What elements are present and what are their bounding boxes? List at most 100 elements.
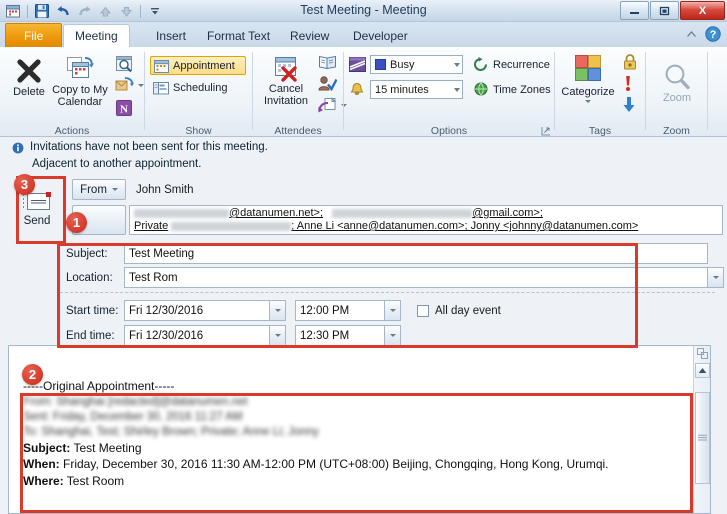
ribbon-group-zoom: Zoom Zoom bbox=[646, 48, 707, 138]
tab-review[interactable]: Review bbox=[279, 24, 340, 48]
body-when-label: When: bbox=[23, 457, 60, 471]
window-controls: X bbox=[620, 1, 725, 20]
delete-button[interactable]: Delete bbox=[6, 56, 52, 98]
end-date-dropdown-button[interactable] bbox=[270, 325, 286, 346]
address-book-button[interactable] bbox=[315, 53, 340, 71]
ribbon: Delete Copy to My Calendar N Actions App… bbox=[0, 47, 727, 137]
close-button[interactable]: X bbox=[680, 1, 725, 20]
annotation-marker-1: 1 bbox=[66, 212, 87, 233]
body-vertical-scrollbar[interactable] bbox=[693, 346, 710, 513]
help-icon[interactable]: ? bbox=[705, 26, 721, 45]
minimize-ribbon-icon[interactable] bbox=[685, 29, 698, 43]
from-dropdown-icon[interactable] bbox=[111, 188, 118, 191]
recurrence-button[interactable]: Recurrence bbox=[470, 56, 553, 73]
cancel-invitation-button[interactable]: Cancel Invitation bbox=[258, 55, 314, 107]
time-zones-label: Time Zones bbox=[493, 83, 551, 96]
to-private-recipient: Private bbox=[134, 220, 169, 232]
subject-label: Subject: bbox=[66, 247, 108, 260]
show-appointment-label: Appointment bbox=[173, 59, 235, 72]
ribbon-group-tags-label: Tags bbox=[588, 125, 612, 137]
appointment-icon bbox=[154, 59, 169, 73]
body-where-label: Where: bbox=[23, 473, 64, 488]
options-dialog-launcher-icon[interactable] bbox=[540, 125, 551, 136]
high-importance-button[interactable] bbox=[619, 74, 637, 93]
ribbon-group-attendees: Cancel Invitation Attendees bbox=[253, 48, 347, 138]
show-as-dropdown-icon[interactable] bbox=[454, 62, 460, 67]
zoom-button[interactable]: Zoom bbox=[654, 62, 700, 104]
end-clock-dropdown-button[interactable] bbox=[385, 325, 401, 346]
from-value: John Smith bbox=[126, 179, 703, 200]
subject-input[interactable]: Test Meeting bbox=[124, 243, 708, 264]
window-title: Test Meeting - Meeting bbox=[300, 3, 427, 17]
minimize-button[interactable] bbox=[620, 1, 649, 20]
body-when-line: When: Friday, December 30, 2016 11:30 AM… bbox=[23, 456, 686, 473]
subject-row: Subject: Test Meeting bbox=[66, 243, 708, 264]
show-as-combo[interactable]: Busy bbox=[370, 55, 463, 74]
private-lock-icon bbox=[622, 54, 638, 71]
to-line2-rest: ; Anne Li <anne@datanumen.com>; Jonny <j… bbox=[291, 220, 639, 232]
tab-meeting[interactable]: Meeting bbox=[63, 24, 130, 48]
ribbon-group-actions-label: Actions bbox=[54, 125, 90, 137]
show-appointment-button[interactable]: Appointment bbox=[150, 56, 246, 75]
to-row: @datanumen.net>; @gmail.com>; Private ; A… bbox=[72, 205, 723, 235]
end-time-row: End time: Fri 12/30/2016 12:30 PM bbox=[66, 325, 401, 346]
all-day-event-checkbox[interactable] bbox=[417, 304, 429, 317]
ribbon-group-options-label: Options bbox=[430, 125, 468, 137]
find-related-icon bbox=[115, 55, 134, 73]
location-dropdown-button[interactable] bbox=[708, 267, 724, 288]
start-date-dropdown-button[interactable] bbox=[270, 300, 286, 321]
show-scheduling-button[interactable]: Scheduling bbox=[150, 80, 230, 96]
onenote-button[interactable]: N bbox=[112, 98, 136, 118]
reminder-value: 15 minutes bbox=[375, 83, 429, 96]
location-row: Location: Test Rom bbox=[66, 267, 724, 288]
to-recipients-line1: @datanumen.net>; @gmail.com>; bbox=[134, 207, 718, 220]
categorize-icon bbox=[571, 54, 605, 86]
check-names-button[interactable] bbox=[315, 74, 340, 93]
split-pane-icon[interactable] bbox=[696, 347, 709, 363]
start-clock-input[interactable]: 12:00 PM bbox=[295, 300, 385, 321]
find-related-button[interactable] bbox=[112, 54, 137, 74]
location-input[interactable]: Test Rom bbox=[124, 267, 708, 288]
tab-format-text[interactable]: Format Text bbox=[196, 24, 281, 48]
info-bar-line1: Invitations have not been sent for this … bbox=[30, 141, 268, 153]
ribbon-group-tags: Categorize Tags bbox=[555, 48, 645, 138]
end-clock-input[interactable]: 12:30 PM bbox=[295, 325, 385, 346]
body-where-line: Where: Test Room bbox=[23, 473, 686, 490]
onenote-icon: N bbox=[115, 99, 133, 117]
restore-button[interactable] bbox=[650, 1, 679, 20]
forward-button[interactable] bbox=[112, 76, 147, 94]
tab-file[interactable]: File bbox=[5, 23, 63, 48]
private-button[interactable] bbox=[619, 53, 641, 72]
copy-to-my-calendar-button[interactable]: Copy to My Calendar bbox=[50, 56, 110, 108]
delete-x-icon bbox=[14, 56, 44, 86]
end-date-input[interactable]: Fri 12/30/2016 bbox=[124, 325, 270, 346]
start-date-input[interactable]: Fri 12/30/2016 bbox=[124, 300, 270, 321]
to-recipients-field[interactable]: @datanumen.net>; @gmail.com>; Private ; A… bbox=[129, 205, 723, 235]
redacted-to-line: To: Shanghai, Test; Shirley Brown; Priva… bbox=[23, 425, 319, 438]
scroll-up-button[interactable] bbox=[695, 363, 710, 378]
low-importance-icon bbox=[622, 96, 636, 113]
cancel-invitation-icon bbox=[271, 55, 301, 83]
ribbon-group-show: Appointment Scheduling Show bbox=[145, 48, 252, 138]
tab-insert[interactable]: Insert bbox=[145, 24, 197, 48]
ribbon-group-options: Busy 15 minutes Recurrence Time Zones Op… bbox=[344, 48, 554, 138]
to-recipients-line2: Private ; Anne Li <anne@datanumen.com>; J… bbox=[134, 220, 718, 233]
time-zones-button[interactable]: Time Zones bbox=[470, 81, 554, 98]
message-body-text[interactable]: -----Original Appointment----- From: Sha… bbox=[23, 378, 686, 489]
start-clock-dropdown-button[interactable] bbox=[385, 300, 401, 321]
scroll-thumb[interactable] bbox=[695, 392, 710, 484]
ribbon-group-attendees-label: Attendees bbox=[274, 125, 322, 137]
location-label: Location: bbox=[66, 271, 113, 284]
body-subject-line: Subject: Test Meeting bbox=[23, 440, 686, 457]
categorize-label: Categorize bbox=[561, 86, 615, 98]
reminder-dropdown-icon[interactable] bbox=[454, 87, 460, 92]
message-body-area[interactable]: -----Original Appointment----- From: Sha… bbox=[8, 345, 711, 514]
tab-developer[interactable]: Developer bbox=[342, 24, 419, 48]
low-importance-button[interactable] bbox=[619, 95, 639, 114]
reminder-combo[interactable]: 15 minutes bbox=[370, 80, 463, 99]
categorize-dropdown-icon[interactable] bbox=[585, 100, 591, 103]
categorize-button[interactable]: Categorize bbox=[559, 54, 617, 103]
redacted-recipient-1 bbox=[134, 208, 229, 218]
title-bar: Test Meeting - Meeting X bbox=[0, 0, 727, 22]
from-button[interactable]: From bbox=[72, 179, 126, 200]
